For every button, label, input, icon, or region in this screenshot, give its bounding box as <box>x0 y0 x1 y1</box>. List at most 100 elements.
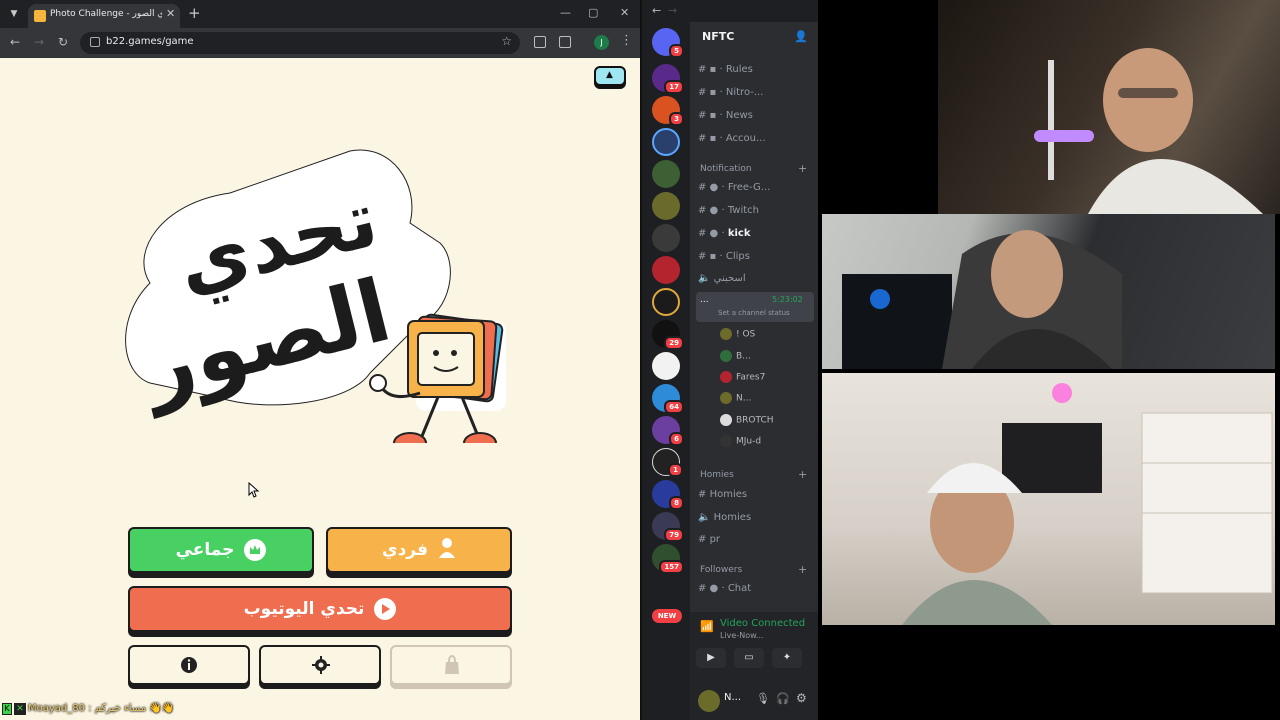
camera-icon[interactable]: ▶ <box>696 648 726 668</box>
server-icon-11[interactable]: 64 <box>652 384 684 414</box>
channel-homies-voice[interactable]: 🔈 Homies <box>698 512 812 523</box>
voice-user[interactable]: ! OS <box>720 328 755 340</box>
address-bar[interactable]: b22.games/game ☆ <box>80 32 520 54</box>
bookmark-star-icon[interactable]: ☆ <box>501 34 512 48</box>
voice-user[interactable]: N... <box>720 392 751 404</box>
site-info-icon[interactable] <box>90 37 100 47</box>
screen-share-icon[interactable]: ▭ <box>734 648 764 668</box>
voice-user[interactable]: MJu-d <box>720 435 761 447</box>
channel-status[interactable]: Set a channel status <box>718 309 790 317</box>
category-followers[interactable]: Followers <box>700 565 742 575</box>
server-name[interactable]: NFTC <box>702 30 734 43</box>
voice-user[interactable]: BROTCH <box>720 414 774 426</box>
media-icon[interactable] <box>534 36 546 48</box>
headphones-icon[interactable]: 🎧 <box>776 692 790 705</box>
game-page: ▲ تحدي الصور جماعي فردي تحدي اليوتيوب <box>0 58 640 720</box>
server-icon-5[interactable] <box>652 192 680 220</box>
minimize-icon[interactable]: — <box>560 6 571 19</box>
category-notification[interactable]: Notification <box>700 164 752 174</box>
bag-icon <box>445 655 459 674</box>
add-member-icon[interactable]: 👤 <box>794 30 808 43</box>
new-tab-button[interactable]: + <box>188 4 201 22</box>
url-text[interactable]: b22.games/game <box>106 36 194 47</box>
gear-icon <box>312 656 330 674</box>
voice-channel-drag[interactable]: 🔈 اسحبني <box>698 273 812 284</box>
discord-back-icon[interactable]: ← <box>652 4 661 17</box>
add-channel-icon[interactable]: + <box>798 468 807 481</box>
channel-accounts[interactable]: # ▪ · Accou... <box>698 133 812 144</box>
tab-favicon-icon <box>34 10 46 22</box>
channel-twitch[interactable]: # ● · Twitch <box>698 205 812 216</box>
streamer-3-figure <box>902 383 1273 625</box>
active-voice-channel[interactable]: ... 5:23:02 Set a channel status <box>696 292 814 322</box>
extensions-icon[interactable] <box>559 36 571 48</box>
forward-arrow-icon[interactable]: → <box>34 35 44 49</box>
server-icon-15[interactable]: 79 <box>652 512 684 542</box>
server-rail: 5 17 3 29 64 6 1 8 79 157 NEW <box>642 22 690 720</box>
server-icon-16[interactable]: 157 <box>652 544 684 574</box>
game-logo: تحدي الصور <box>125 149 506 443</box>
server-icon-nftc[interactable] <box>652 128 680 156</box>
channel-pr[interactable]: # pr <box>698 534 812 545</box>
locked-shop-button[interactable] <box>390 645 512 685</box>
add-channel-icon[interactable]: + <box>798 162 807 175</box>
server-icon-10[interactable] <box>652 352 680 380</box>
microphone-icon[interactable]: 🎙 <box>756 692 770 705</box>
voice-user[interactable]: B... <box>720 350 751 362</box>
kick-badge-icon: K <box>2 703 12 715</box>
chat-message: Moayad_80 : مساء خيركم 👋👋 <box>28 703 175 714</box>
add-channel-icon[interactable]: + <box>798 563 807 576</box>
youtube-challenge-button[interactable]: تحدي اليوتيوب <box>128 586 512 632</box>
stream-chat-overlay: K ✕ Moayad_80 : مساء خيركم 👋👋 <box>0 700 640 720</box>
server-icon-2[interactable]: 3 <box>652 96 684 126</box>
streamer-2-figure <box>842 230 1122 369</box>
info-button[interactable] <box>128 645 250 685</box>
tab-search-icon[interactable]: ▼ <box>4 4 24 24</box>
voice-user[interactable]: Fares7 <box>720 371 765 383</box>
tab-photo-challenge[interactable]: Photo Challenge - تحدي الصور ✕ <box>28 4 180 28</box>
channel-chat[interactable]: # ● · Chat <box>698 583 812 594</box>
back-arrow-icon[interactable]: ← <box>10 35 20 49</box>
notification-button[interactable]: ▲ <box>594 66 626 86</box>
reload-icon[interactable]: ↻ <box>58 35 68 49</box>
server-icon-1[interactable]: 17 <box>652 64 684 94</box>
voice-connected-subtitle[interactable]: Live-Now... <box>720 631 764 640</box>
solo-mode-button[interactable]: فردي <box>326 527 512 573</box>
streamer-1-figure <box>1034 48 1263 214</box>
channel-news[interactable]: # ▪ · News <box>698 110 812 121</box>
server-icon-13[interactable]: 1 <box>652 448 683 477</box>
server-icon-4[interactable] <box>652 160 680 188</box>
channel-nitro[interactable]: # ▪ · Nitro-... <box>698 87 812 98</box>
voice-timer: 5:23:02 <box>772 295 803 304</box>
voice-channel-name: ... <box>700 295 709 305</box>
channel-free-games[interactable]: # ● · Free-G... <box>698 182 812 193</box>
server-icon-6[interactable] <box>652 224 680 252</box>
server-icon-9[interactable]: 29 <box>652 320 684 350</box>
channel-homies-text[interactable]: # Homies <box>698 489 812 500</box>
browser-menu-icon[interactable]: ⋮ <box>620 33 633 48</box>
user-panel: N... 🎙 🎧 ⚙ <box>690 682 818 720</box>
crown-icon <box>244 539 267 561</box>
user-avatar[interactable] <box>698 690 720 712</box>
user-name: N... <box>724 692 742 703</box>
channel-rules[interactable]: # ▪ · Rules <box>698 64 812 75</box>
server-icon-12[interactable]: 6 <box>652 416 684 446</box>
user-settings-gear-icon[interactable]: ⚙ <box>796 691 807 705</box>
tab-close-icon[interactable]: ✕ <box>166 7 175 20</box>
category-homies[interactable]: Homies <box>700 470 734 480</box>
info-icon <box>181 657 197 673</box>
server-icon-14[interactable]: 8 <box>652 480 684 510</box>
group-mode-button[interactable]: جماعي <box>128 527 314 573</box>
discord-home-icon[interactable]: 5 <box>652 28 684 58</box>
window-close-icon[interactable]: ✕ <box>620 6 629 19</box>
profile-avatar[interactable]: J <box>594 35 609 50</box>
channel-kick[interactable]: # ● · kick <box>698 228 812 239</box>
youtube-challenge-label: تحدي اليوتيوب <box>243 599 365 619</box>
channel-clips[interactable]: # ▪ · Clips <box>698 251 812 262</box>
maximize-icon[interactable]: ▢ <box>588 6 598 19</box>
settings-button[interactable] <box>259 645 381 685</box>
discord-forward-icon[interactable]: → <box>668 4 677 17</box>
server-icon-7[interactable] <box>652 256 680 284</box>
server-icon-8[interactable] <box>652 288 680 316</box>
activities-icon[interactable]: ✦ <box>772 648 802 668</box>
